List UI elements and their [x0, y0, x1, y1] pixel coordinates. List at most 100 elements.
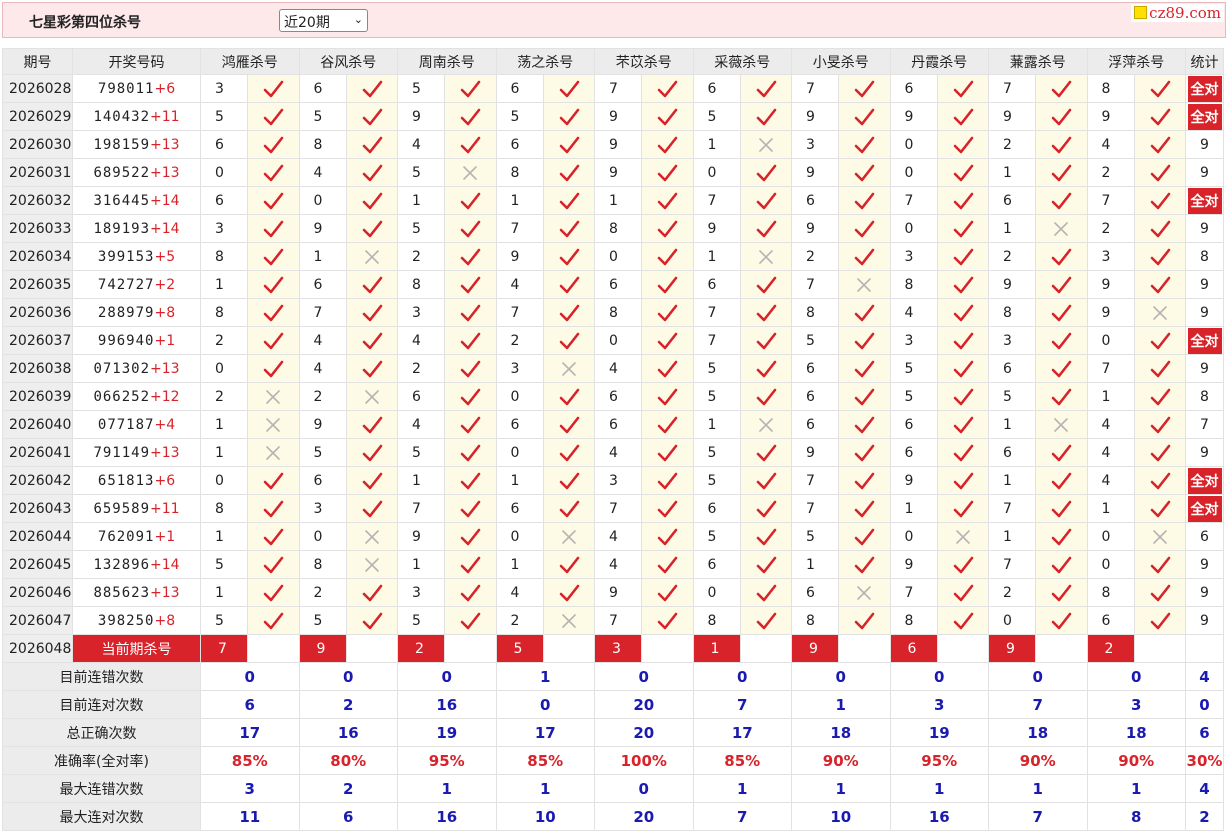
wrong-cross-icon	[1035, 214, 1088, 243]
col-header-killer: 鸿雁杀号	[200, 48, 300, 75]
correct-check-icon	[641, 158, 694, 187]
kill-number-cell: 3	[889, 326, 938, 355]
correct-check-icon	[838, 410, 891, 439]
kill-number-cell: 2	[298, 382, 347, 411]
summary-stat: 4	[1185, 774, 1224, 803]
kill-number-cell: 5	[692, 438, 741, 467]
wrong-cross-icon	[345, 242, 398, 271]
summary-value: 7	[692, 690, 792, 719]
summary-value: 95%	[397, 746, 497, 775]
wrong-cross-icon	[247, 410, 300, 439]
correct-check-icon	[936, 494, 989, 523]
correct-check-icon	[1133, 466, 1186, 495]
kill-number-cell: 2	[988, 242, 1036, 271]
correct-check-icon	[444, 494, 497, 523]
kill-number-cell: 9	[889, 102, 938, 131]
summary-row: 最大连错次数 3 2 1 1 0 1 1 1 1 1 4	[2, 774, 1224, 803]
correct-check-icon	[838, 354, 891, 383]
issue-cell: 2026029	[2, 102, 73, 131]
kill-number-cell: 1	[495, 186, 544, 215]
kill-number-cell: 1	[692, 242, 741, 271]
correct-check-icon	[444, 186, 497, 215]
kill-number-cell: 5	[298, 102, 347, 131]
table-header-row: 期号 开奖号码 鸿雁杀号 谷风杀号 周南杀号 荡之杀号 芣苡杀号 采薇杀号 小旻杀号 丹霞杀号…	[2, 48, 1224, 75]
summary-stat: 6	[1185, 718, 1224, 747]
correct-check-icon	[641, 74, 694, 103]
current-stat-blank	[1185, 634, 1224, 663]
correct-check-icon	[247, 550, 300, 579]
wrong-cross-icon	[739, 130, 792, 159]
draw-numbers: 071302	[93, 360, 151, 377]
correct-check-icon	[247, 466, 300, 495]
draw-extra: +1	[154, 528, 176, 545]
kill-number-cell: 3	[988, 326, 1036, 355]
correct-check-icon	[542, 158, 595, 187]
kill-number-cell: 0	[594, 242, 642, 271]
issue-cell: 2026034	[2, 242, 73, 271]
correct-check-icon	[739, 158, 792, 187]
period-select[interactable]: 近20期 ⌄	[279, 9, 368, 32]
correct-check-icon	[247, 298, 300, 327]
correct-check-icon	[247, 214, 300, 243]
kill-number-cell: 1	[397, 466, 445, 495]
kill-number-cell: 4	[397, 326, 445, 355]
summary-value: 6	[298, 802, 398, 831]
kill-number-cell: 6	[889, 410, 938, 439]
correct-check-icon	[838, 438, 891, 467]
kill-number-cell: 7	[889, 578, 938, 607]
correct-check-icon	[641, 410, 694, 439]
kill-number-cell: 4	[594, 354, 642, 383]
correct-check-icon	[641, 550, 694, 579]
kill-number-cell: 3	[594, 466, 642, 495]
draw-extra: +12	[150, 388, 180, 405]
table-row: 2026043 659589+11 8 3 7 6 7 6 7 1 7 1 全对	[2, 494, 1224, 523]
kill-number-cell: 6	[791, 382, 839, 411]
kill-number-cell: 0	[298, 522, 347, 551]
kill-number-cell: 8	[889, 270, 938, 299]
summary-value: 85%	[495, 746, 595, 775]
stat-cell: 全对	[1185, 494, 1224, 523]
stat-cell: 9	[1185, 550, 1224, 579]
correct-check-icon	[1133, 438, 1186, 467]
wrong-cross-icon	[838, 578, 891, 607]
draw-numbers: 066252	[93, 388, 151, 405]
kill-number-cell: 4	[594, 522, 642, 551]
summary-value: 0	[594, 774, 694, 803]
correct-count: 8	[1200, 388, 1209, 405]
stat-cell: 全对	[1185, 326, 1224, 355]
correct-check-icon	[345, 102, 398, 131]
site-logo[interactable]: cz89.com	[1131, 4, 1224, 22]
col-header-killer: 荡之杀号	[495, 48, 595, 75]
kill-number-cell: 4	[1086, 410, 1135, 439]
draw-extra: +14	[150, 192, 180, 209]
kill-number-cell: 4	[298, 354, 347, 383]
kill-number-cell: 9	[594, 578, 642, 607]
draw-extra: +13	[150, 136, 180, 153]
current-kill-blank	[542, 634, 595, 663]
col-header-issue: 期号	[2, 48, 73, 75]
correct-check-icon	[247, 158, 300, 187]
current-kill-number: 5	[495, 634, 544, 663]
wrong-cross-icon	[739, 410, 792, 439]
correct-check-icon	[345, 186, 398, 215]
correct-check-icon	[739, 186, 792, 215]
correct-check-icon	[1133, 326, 1186, 355]
kill-number-cell: 9	[988, 270, 1036, 299]
summary-value: 95%	[889, 746, 989, 775]
period-select-value: 近20期	[284, 15, 330, 31]
kill-number-cell: 7	[594, 74, 642, 103]
correct-check-icon	[739, 102, 792, 131]
correct-check-icon	[838, 522, 891, 551]
summary-value: 0	[298, 662, 398, 691]
summary-value: 19	[889, 718, 989, 747]
correct-check-icon	[345, 606, 398, 635]
kill-number-cell: 3	[397, 578, 445, 607]
issue-cell: 2026033	[2, 214, 73, 243]
draw-numbers: 689522	[93, 164, 151, 181]
kill-number-cell: 5	[200, 102, 248, 131]
correct-check-icon	[542, 298, 595, 327]
summary-value: 2	[298, 690, 398, 719]
draw-cell: 288979+8	[72, 298, 201, 327]
kill-number-cell: 9	[791, 102, 839, 131]
correct-check-icon	[936, 578, 989, 607]
